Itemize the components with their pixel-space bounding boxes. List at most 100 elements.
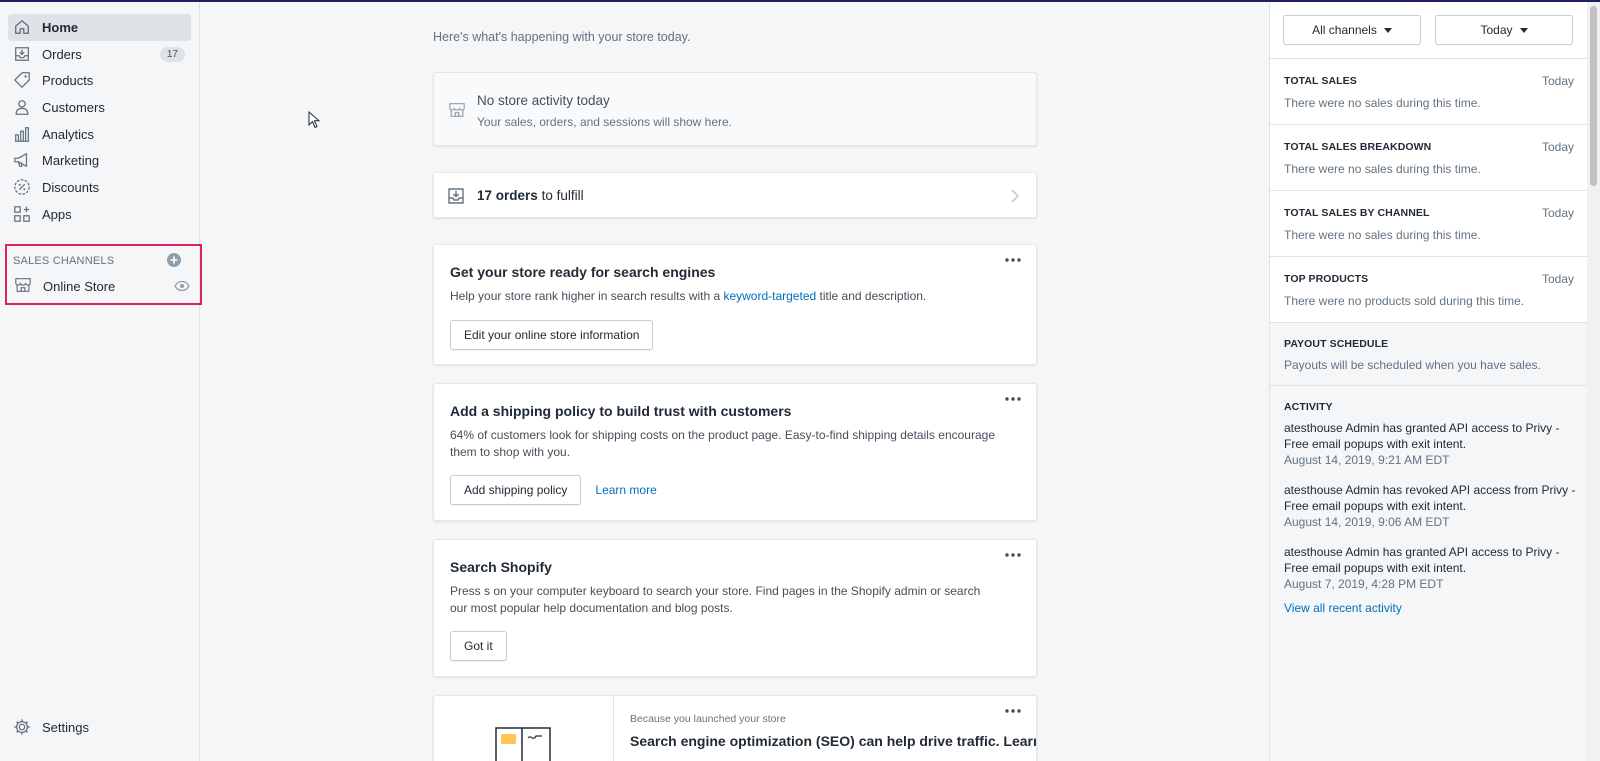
scrollbar-thumb[interactable] [1590,6,1597,186]
shipping-card-title: Add a shipping policy to build trust wit… [450,403,792,419]
activity-item: atesthouse Admin has revoked API access … [1284,482,1576,530]
sidebar-item-online-store[interactable]: Online Store [9,273,196,299]
sidebar-item-label: Customers [42,99,105,115]
sidebar-item-discounts[interactable]: Discounts [8,174,191,201]
sidebar-item-analytics[interactable]: Analytics [8,121,191,148]
no-activity-card: No store activity today Your sales, orde… [433,72,1037,146]
sidebar-item-label: Orders [42,46,82,62]
orders-to-fulfill-card[interactable]: 17 orders to fulfill [433,172,1037,218]
sidebar-item-label: Apps [42,206,72,222]
learn-more-link[interactable]: Learn more [595,483,656,497]
sidebar-item-customers[interactable]: Customers [8,94,191,121]
total-sales-breakdown-section[interactable]: TOTAL SALES BREAKDOWN Today There were n… [1270,124,1588,190]
discount-icon [14,179,30,195]
seo-body-text: Help your store rank higher in search re… [450,289,721,303]
seo-traffic-card: Because you launched your store Search e… [433,695,1037,761]
sidebar-item-label: Analytics [42,126,95,142]
shipping-policy-card: Add a shipping policy to build trust wit… [433,383,1037,521]
sidebar-item-apps[interactable]: Apps [8,201,191,228]
orders-to-fulfill-text: 17 orders to fulfill [477,188,584,203]
book-illustration [434,696,614,761]
activity-item: atesthouse Admin has granted API access … [1284,420,1576,468]
sidebar-item-marketing[interactable]: Marketing [8,147,191,174]
sales-channels-heading: SALES CHANNELS [13,255,115,267]
seo-traffic-title: Search engine optimization (SEO) can hel… [630,733,1037,749]
section-title: TOP PRODUCTS [1284,273,1369,285]
activity-item: atesthouse Admin has granted API access … [1284,544,1576,592]
page-scrollbar[interactable] [1587,2,1600,761]
store-icon [15,278,31,292]
section-date: Today [1541,206,1574,220]
add-shipping-policy-button[interactable]: Add shipping policy [450,475,582,505]
shipping-card-body: 64% of customers look for shipping costs… [450,428,995,459]
sidebar-item-label: Marketing [42,153,100,169]
person-icon [15,100,29,115]
main-content: Here's what's happening with your store … [200,2,1269,761]
orders-suffix: to fulfill [541,188,584,203]
channel-filter-label: All channels [1312,23,1377,37]
got-it-button[interactable]: Got it [450,631,507,661]
tag-icon [14,72,30,89]
activity-text: atesthouse Admin has granted API access … [1284,421,1560,451]
date-filter-dropdown[interactable]: Today [1435,15,1573,45]
sidebar-item-orders[interactable]: Orders 17 [8,41,191,68]
seo-card-title: Get your store ready for search engines [450,264,716,280]
top-products-section[interactable]: TOP PRODUCTS Today There were no product… [1270,256,1588,322]
sidebar-item-label: Settings [42,719,89,735]
no-activity-subtitle: Your sales, orders, and sessions will sh… [477,115,733,129]
seo-card: Get your store ready for search engines … [433,244,1037,365]
megaphone-icon [14,153,28,168]
activity-date: August 14, 2019, 9:21 AM EDT [1284,453,1450,467]
seo-card-body: Help your store rank higher in search re… [450,288,1020,305]
section-message: Payouts will be scheduled when you have … [1284,358,1541,372]
home-icon [15,20,29,34]
add-circle-icon[interactable] [166,252,182,268]
activity-date: August 14, 2019, 9:06 AM EDT [1284,515,1450,529]
bar-chart-icon [14,126,30,142]
keyword-targeted-link[interactable]: keyword-targeted [723,289,816,303]
activity-section: ACTIVITY atesthouse Admin has granted AP… [1270,385,1588,761]
view-all-activity-link[interactable]: View all recent activity [1284,601,1402,615]
date-filter-label: Today [1480,23,1513,37]
sidebar-item-label: Discounts [42,179,100,195]
section-message: There were no sales during this time. [1284,96,1481,110]
orders-icon [448,188,464,204]
sidebar: Home Orders 17 Products Customers Analyt… [0,2,202,761]
caret-down-icon [1383,27,1392,33]
eye-icon[interactable] [174,278,190,294]
section-title: PAYOUT SCHEDULE [1284,338,1389,350]
caret-down-icon [1519,27,1528,33]
seo-traffic-eyebrow: Because you launched your store [630,713,786,725]
section-message: There were no sales during this time. [1284,162,1481,176]
activity-text: atesthouse Admin has granted API access … [1284,545,1560,575]
seo-body-text-end: title and description. [819,289,927,303]
apps-icon [14,205,30,222]
mouse-cursor-icon [308,111,320,129]
more-options-icon[interactable] [1004,706,1022,716]
sidebar-item-products[interactable]: Products [8,67,191,94]
open-book-icon [495,727,551,761]
total-sales-section[interactable]: TOTAL SALES Today There were no sales du… [1270,58,1588,124]
no-activity-title: No store activity today [477,93,610,108]
edit-store-info-button[interactable]: Edit your online store information [450,320,654,350]
activity-text: atesthouse Admin has revoked API access … [1284,483,1576,513]
total-sales-by-channel-section[interactable]: TOTAL SALES BY CHANNEL Today There were … [1270,190,1588,256]
chevron-right-icon [1011,189,1020,203]
sidebar-item-label: Home [42,19,79,35]
sidebar-item-settings[interactable]: Settings [8,714,192,740]
sidebar-item-label: Online Store [43,278,116,294]
store-icon [449,103,465,117]
sidebar-nav: Home Orders 17 Products Customers Analyt… [0,2,199,228]
orders-count-badge: 17 [159,46,185,62]
section-date: Today [1541,74,1574,88]
section-message: There were no products sold during this … [1284,294,1525,308]
search-shopify-card: Search Shopify Press s on your computer … [433,539,1037,677]
section-date: Today [1541,140,1574,154]
greeting-text: Here's what's happening with your store … [433,30,691,44]
orders-count: 17 orders [477,188,538,203]
sidebar-item-home[interactable]: Home [8,14,191,41]
section-title: TOTAL SALES BY CHANNEL [1284,207,1430,219]
section-title: TOTAL SALES BREAKDOWN [1284,141,1432,153]
gear-icon [14,719,30,735]
channel-filter-dropdown[interactable]: All channels [1283,15,1421,45]
